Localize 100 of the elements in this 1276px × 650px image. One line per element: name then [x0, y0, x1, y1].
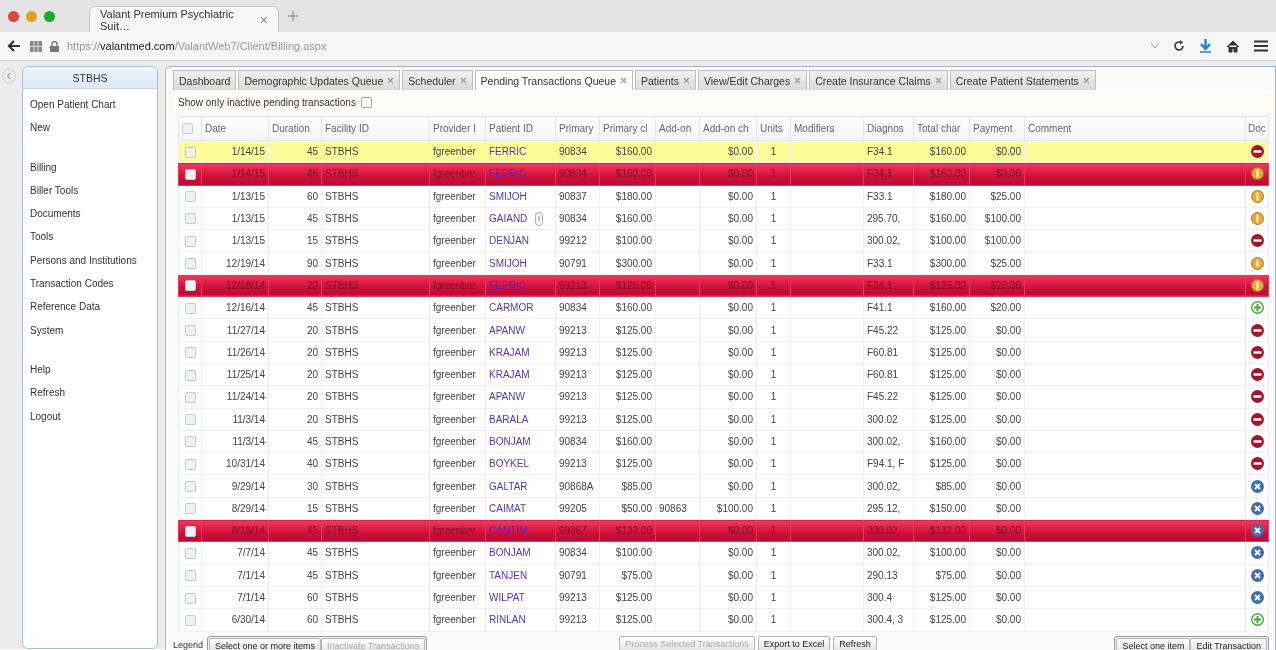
sidebar-item[interactable]: Persons and Institutions [30, 248, 137, 273]
alert-icon[interactable] [1250, 212, 1264, 226]
x-circle-icon[interactable] [1250, 591, 1264, 605]
dropdown-icon[interactable] [1151, 43, 1159, 49]
table-row[interactable]: 1/14/15 45 STBHS fgreenber FERRIC 90834 $160.00 $0.00 1 F34.1 $160.00 $0.00 [178, 140, 1269, 163]
table-row[interactable]: 11/3/14 20 STBHS fgreenber BARALA 99213 $125.00 $0.00 1 300.02 $125.00 $0.00 [178, 408, 1269, 431]
close-icon[interactable] [794, 77, 802, 84]
checkbox[interactable] [182, 123, 193, 135]
maximize-window-icon[interactable] [44, 10, 55, 22]
alert-icon[interactable] [1250, 189, 1264, 203]
tab[interactable]: Scheduler [402, 70, 473, 90]
home-icon[interactable] [1226, 39, 1240, 53]
checkbox[interactable] [184, 481, 196, 493]
alert-icon[interactable] [1250, 278, 1264, 292]
x-circle-icon[interactable] [1250, 546, 1264, 560]
column-header[interactable]: Provider I [429, 116, 486, 141]
minus-circle-icon[interactable] [1250, 345, 1264, 359]
action-button[interactable]: Export to Excel [757, 635, 831, 650]
column-header[interactable]: Patient ID [485, 116, 556, 141]
tab[interactable]: Pending Transactions Queue [474, 70, 633, 90]
x-circle-icon[interactable] [1250, 524, 1264, 538]
checkbox[interactable] [184, 436, 196, 448]
checkbox[interactable] [184, 369, 196, 381]
minus-circle-icon[interactable] [1250, 435, 1264, 448]
close-icon[interactable] [387, 77, 395, 84]
column-header[interactable]: Doc [1245, 116, 1269, 141]
checkbox[interactable] [184, 302, 196, 314]
sidebar-item[interactable]: Open Patient Chart [30, 93, 116, 117]
checkbox[interactable] [184, 525, 196, 537]
back-arrow-icon[interactable] [6, 38, 22, 54]
plus-circle-icon[interactable] [1250, 613, 1264, 627]
table-row[interactable]: 7/1/14 45 STBHS fgreenber TANJEN 90791 $75.00 $0.00 1 290.13 $75.00 $0.00 [178, 564, 1269, 587]
grid-icon[interactable] [30, 40, 42, 52]
checkbox[interactable] [184, 614, 196, 626]
table-row[interactable]: 12/16/14 45 STBHS fgreenber CARMOR 90834 $160.00 $0.00 1 F41.1 $160.00 $20.00 [178, 296, 1269, 319]
column-header[interactable]: Duration [268, 116, 322, 141]
minus-circle-icon[interactable] [1250, 323, 1264, 337]
checkbox[interactable] [184, 414, 196, 426]
table-row[interactable]: 11/26/14 20 STBHS fgreenber KRAJAM 99213 $125.00 $0.00 1 F60.81 $125.00 $0.00 [178, 341, 1269, 364]
checkbox[interactable] [184, 146, 196, 158]
action-button[interactable]: Select one or more items [209, 637, 322, 650]
sidebar-item[interactable]: Tools [30, 225, 54, 249]
table-row[interactable]: 9/29/14 30 STBHS fgreenber GALTAR 90868A $85.00 $0.00 1 300.02, $85.00 $0.00 [178, 474, 1269, 498]
x-circle-icon[interactable] [1250, 568, 1264, 582]
checkbox[interactable] [184, 570, 196, 582]
table-row[interactable]: 12/19/14 90 STBHS fgreenber SMIJOH 90791 $300.00 $0.00 1 F33.1 $300.00 $25.00 [178, 252, 1269, 275]
minus-circle-icon[interactable] [1250, 390, 1264, 404]
checkbox[interactable] [184, 391, 196, 403]
column-header[interactable]: Primary [555, 116, 600, 141]
plus-circle-icon[interactable] [1250, 301, 1264, 315]
checkbox[interactable] [184, 347, 196, 359]
table-row[interactable]: 11/24/14 20 STBHS fgreenber APANW 99213 $125.00 $0.00 1 F45.22 $125.00 $0.00 [178, 385, 1269, 409]
checkbox[interactable] [184, 191, 196, 203]
new-tab-icon[interactable] [287, 10, 299, 22]
checkbox[interactable] [184, 280, 196, 292]
column-header[interactable]: Diagnos [863, 116, 914, 141]
checkbox[interactable] [184, 592, 196, 604]
tab[interactable]: Create Insurance Claims [809, 70, 948, 90]
tab[interactable]: Create Patient Statements [949, 70, 1096, 90]
checkbox[interactable] [184, 324, 196, 336]
action-button[interactable]: Refresh [833, 635, 877, 650]
action-button[interactable]: Select one item [1116, 637, 1191, 650]
table-row[interactable]: 11/3/14 45 STBHS fgreenber BONJAM 90834 $160.00 $0.00 1 300.02, $160.00 $0.00 [178, 430, 1269, 453]
sidebar-item[interactable]: Reference Data [30, 295, 101, 319]
tab[interactable]: Demographic Updates Queue [238, 70, 401, 90]
note-icon[interactable] [535, 211, 544, 226]
sidebar-item[interactable]: New [30, 116, 50, 140]
column-header[interactable]: Total char [913, 116, 970, 141]
sidebar-item[interactable]: Help [30, 357, 51, 382]
table-row[interactable]: 6/30/14 60 STBHS fgreenber RINLAN 99213 $125.00 $0.00 1 300.4, 3 $125.00 $0.00 [178, 608, 1269, 632]
checkbox[interactable] [360, 96, 372, 108]
action-button[interactable]: Edit Transaction [1190, 637, 1267, 650]
tab[interactable]: Dashboard [173, 70, 237, 90]
table-row[interactable]: 7/7/14 45 STBHS fgreenber BONJAM 90834 $100.00 $0.00 1 300.02, $100.00 $0.00 [178, 541, 1269, 565]
checkbox[interactable] [184, 503, 196, 515]
sidebar-item[interactable]: Documents [30, 202, 81, 226]
column-header[interactable]: Payment [969, 116, 1025, 141]
close-icon[interactable] [620, 77, 627, 84]
table-row[interactable]: 1/13/15 45 STBHS fgreenber GAIAND 90834 $160.00 $0.00 1 295.70, $160.00 $100.00 [178, 207, 1269, 230]
checkbox[interactable] [184, 258, 196, 270]
checkbox[interactable] [184, 235, 196, 247]
x-circle-icon[interactable] [1250, 479, 1264, 493]
minus-circle-icon[interactable] [1250, 234, 1264, 248]
minus-circle-icon[interactable] [1250, 457, 1264, 471]
close-icon[interactable] [934, 77, 942, 84]
x-circle-icon[interactable] [1250, 501, 1264, 515]
reload-icon[interactable] [1173, 40, 1185, 52]
table-row[interactable]: 11/27/14 20 STBHS fgreenber APANW 99213 $125.00 $0.00 1 F45.22 $125.00 $0.00 [178, 318, 1269, 342]
alert-icon[interactable] [1250, 167, 1264, 181]
sidebar-item[interactable]: Refresh [30, 381, 65, 405]
table-row[interactable]: 10/31/14 40 STBHS fgreenber BOYKEL 99213 $125.00 $0.00 1 F94.1, F $125.00 $0.00 [178, 452, 1269, 475]
table-row[interactable]: 1/13/15 15 STBHS fgreenber DENJAN 99212 $100.00 $0.00 1 300.02, $100.00 $100.00 [178, 229, 1269, 252]
checkbox[interactable] [184, 547, 196, 559]
column-header[interactable]: Add-on [655, 116, 700, 141]
column-header[interactable]: Comment [1024, 116, 1246, 141]
column-header[interactable]: Modifiers [790, 116, 864, 141]
column-header[interactable]: Primary cl [599, 116, 656, 141]
minimize-window-icon[interactable] [26, 10, 37, 22]
close-icon[interactable] [459, 77, 467, 84]
column-header[interactable]: Facility ID [321, 116, 430, 141]
